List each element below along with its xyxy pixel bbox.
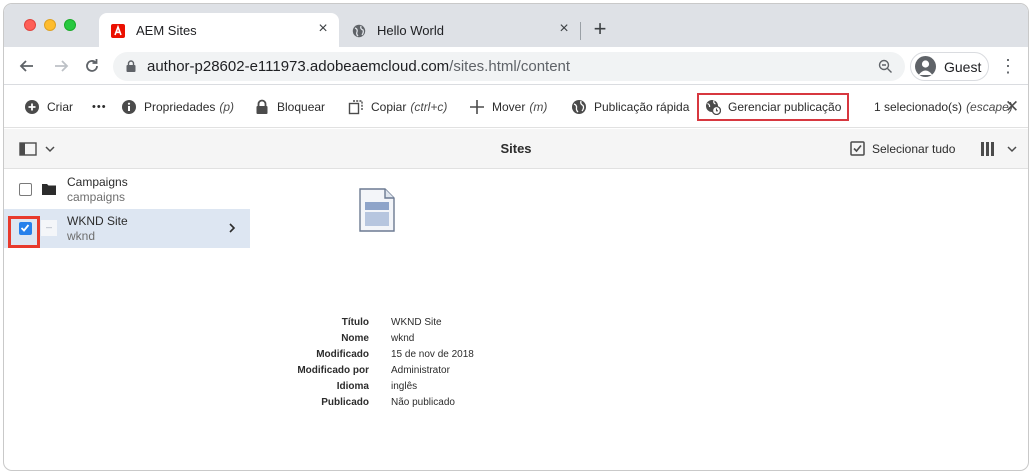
add-circle-icon xyxy=(25,100,39,114)
back-arrow-icon[interactable] xyxy=(16,55,38,77)
meta-row: Modificado por Administrator xyxy=(204,365,604,381)
forward-arrow-icon[interactable] xyxy=(50,55,72,77)
globe-clock-icon xyxy=(706,100,721,115)
quick-publish-label: Publicação rápida xyxy=(594,100,690,114)
close-tab-icon[interactable]: × xyxy=(315,21,331,37)
zoom-icon[interactable] xyxy=(878,59,893,74)
window-controls xyxy=(24,19,76,31)
move-button[interactable]: Mover (m) xyxy=(469,86,547,128)
checkbox-check-icon xyxy=(850,141,865,156)
meta-label: Idioma xyxy=(336,381,369,392)
move-icon xyxy=(470,100,484,114)
more-actions-button[interactable]: ••• xyxy=(92,86,107,128)
sites-header-bar: Sites Selecionar tudo xyxy=(4,129,1028,169)
create-label: Criar xyxy=(47,100,73,114)
tab-title: AEM Sites xyxy=(136,23,197,38)
move-label: Mover xyxy=(492,100,526,114)
chevron-right-icon[interactable] xyxy=(226,220,238,236)
select-all-label: Selecionar tudo xyxy=(872,141,956,156)
metadata-panel: Título WKND Site Nome wknd Modificado 15… xyxy=(204,317,604,413)
meta-value: 15 de nov de 2018 xyxy=(391,349,474,360)
meta-label: Nome xyxy=(341,333,369,344)
minimize-window-button[interactable] xyxy=(44,19,56,31)
meta-label: Título xyxy=(341,317,369,328)
reload-icon[interactable] xyxy=(81,55,103,77)
action-bar: Criar ••• Propriedades (p) Bloquear Copi… xyxy=(4,86,1028,128)
properties-shortcut: (p) xyxy=(219,100,235,114)
tab-aem-sites[interactable]: AEM Sites × xyxy=(99,13,339,47)
lock-icon[interactable] xyxy=(126,60,136,72)
column-view: Campaigns campaigns WKND Site wknd xyxy=(4,170,250,248)
selection-status: 1 selecionado(s) (escape) xyxy=(874,86,1013,128)
meta-row: Modificado 15 de nov de 2018 xyxy=(204,349,604,365)
manage-publication-button[interactable]: Gerenciar publicação xyxy=(697,93,850,121)
globe-icon xyxy=(352,24,366,38)
item-name: campaigns xyxy=(67,190,126,204)
item-title: WKND Site xyxy=(67,214,128,228)
tab-title: Hello World xyxy=(377,23,444,38)
lock-button[interactable]: Bloquear xyxy=(254,86,325,128)
properties-label: Propriedades xyxy=(144,100,216,114)
browser-window: AEM Sites × Hello World × + author-p2860… xyxy=(3,3,1029,471)
create-button[interactable]: Criar xyxy=(24,86,73,128)
folder-icon xyxy=(42,184,56,195)
meta-value: Administrator xyxy=(391,365,450,376)
more-icon: ••• xyxy=(92,101,107,113)
page-thumbnail-icon xyxy=(41,220,57,236)
page-preview-icon xyxy=(359,188,395,232)
item-name: wknd xyxy=(67,229,96,243)
copy-button[interactable]: Copiar (ctrl+c) xyxy=(348,86,447,128)
column-view-icon xyxy=(981,142,1017,156)
meta-label: Modificado xyxy=(316,349,369,360)
list-item-campaigns[interactable]: Campaigns campaigns xyxy=(4,170,250,209)
adobe-icon xyxy=(111,24,125,38)
tab-strip: AEM Sites × Hello World × + xyxy=(4,4,1028,47)
item-title: Campaigns xyxy=(67,175,128,189)
browser-toolbar: author-p28602-e111973.adobeaemcloud.com/… xyxy=(4,47,1028,85)
lock-label: Bloquear xyxy=(277,100,326,114)
move-shortcut: (m) xyxy=(529,100,548,114)
globe-icon xyxy=(572,100,586,114)
meta-label: Publicado xyxy=(321,397,369,408)
meta-row: Título WKND Site xyxy=(204,317,604,333)
meta-value: Não publicado xyxy=(391,397,455,408)
url-host: author-p28602-e111973.adobeaemcloud.com xyxy=(147,58,450,75)
address-bar[interactable]: author-p28602-e111973.adobeaemcloud.com/… xyxy=(113,52,905,81)
copy-label: Copiar xyxy=(371,100,407,114)
meta-value: wknd xyxy=(391,333,415,344)
lock-icon xyxy=(256,99,268,114)
meta-row: Nome wknd xyxy=(204,333,604,349)
meta-value: WKND Site xyxy=(391,317,442,328)
meta-value: inglês xyxy=(391,381,418,392)
list-item-wknd-site[interactable]: WKND Site wknd xyxy=(4,209,250,248)
view-switcher-button[interactable] xyxy=(980,141,1020,157)
profile-button[interactable]: Guest xyxy=(910,52,989,81)
browser-menu-icon[interactable]: ⋮ xyxy=(999,56,1017,76)
row-checkbox[interactable] xyxy=(19,183,32,196)
tab-hello-world[interactable]: Hello World × xyxy=(340,13,580,47)
copy-shortcut: (ctrl+c) xyxy=(410,100,448,114)
maximize-window-button[interactable] xyxy=(64,19,76,31)
tab-divider xyxy=(580,22,581,40)
select-all-button[interactable]: Selecionar tudo xyxy=(850,141,955,156)
new-tab-button[interactable]: + xyxy=(590,18,610,40)
properties-button[interactable]: Propriedades (p) xyxy=(121,86,234,128)
meta-row: Idioma inglês xyxy=(204,381,604,397)
meta-row: Publicado Não publicado xyxy=(204,397,604,413)
quick-publish-button[interactable]: Publicação rápida xyxy=(571,86,689,128)
selected-count: 1 selecionado(s) xyxy=(874,100,963,114)
manage-publication-label: Gerenciar publicação xyxy=(728,100,842,114)
url-path: /sites.html/content xyxy=(449,58,571,75)
close-selection-icon[interactable]: ✕ xyxy=(1004,98,1020,115)
close-window-button[interactable] xyxy=(24,19,36,31)
copy-icon xyxy=(348,100,363,115)
checkbox-highlight-frame xyxy=(8,216,40,248)
close-tab-icon[interactable]: × xyxy=(556,21,572,37)
avatar-icon xyxy=(915,56,936,77)
info-icon xyxy=(122,100,136,114)
profile-label: Guest xyxy=(944,59,982,75)
url-text[interactable]: author-p28602-e111973.adobeaemcloud.com/… xyxy=(147,58,570,75)
meta-label: Modificado por xyxy=(297,365,369,376)
